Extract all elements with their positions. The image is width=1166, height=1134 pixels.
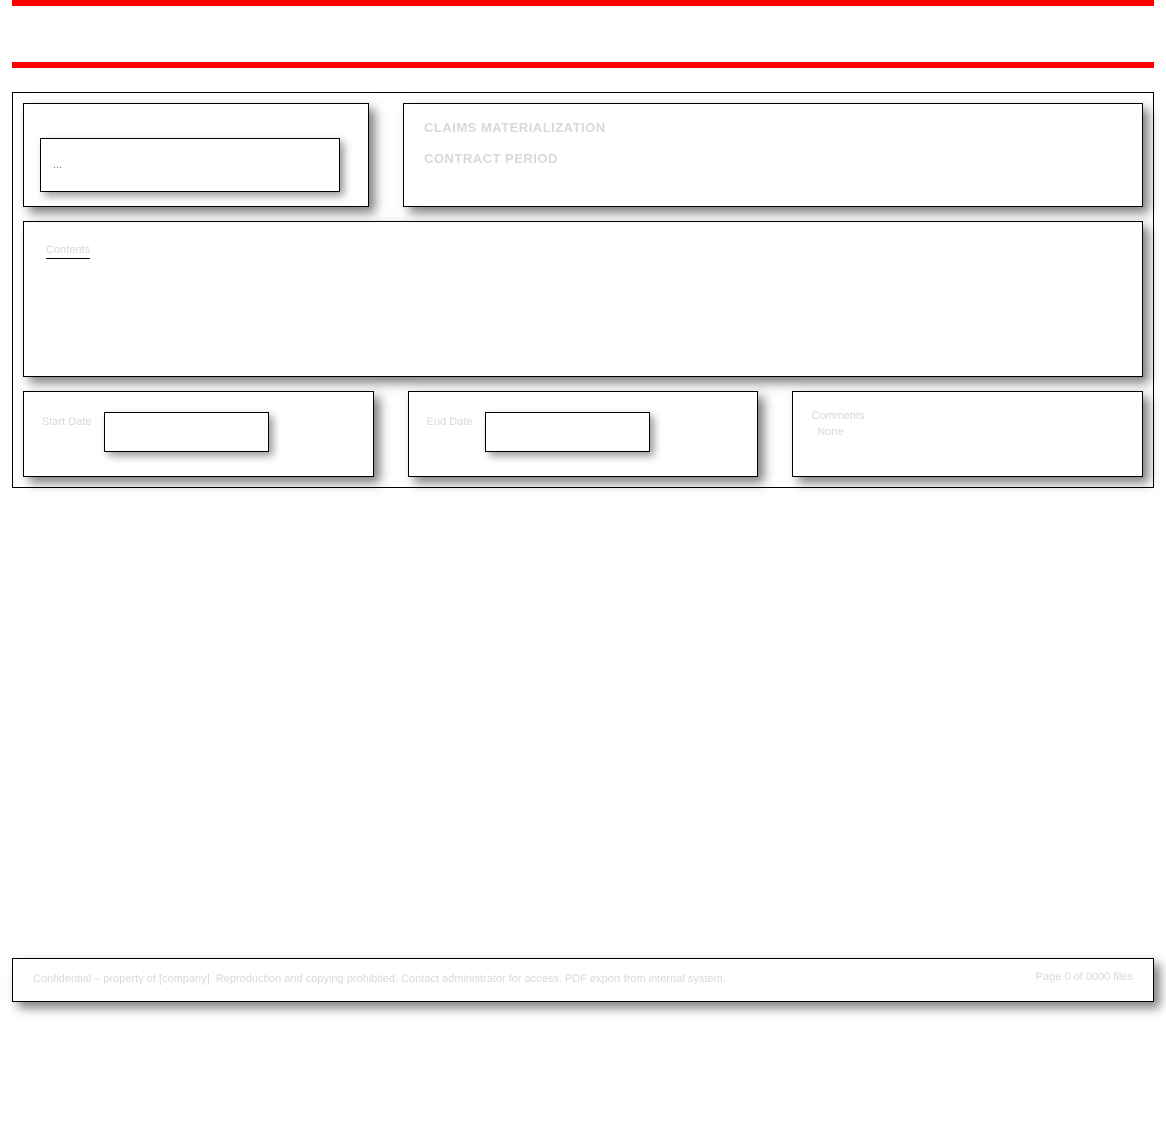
- bottom-row: Start Date End Date Comments None: [23, 391, 1143, 477]
- date-from-input[interactable]: [104, 412, 269, 452]
- footer-right-text: Page 0 of 0000 files: [1036, 971, 1133, 983]
- search-input[interactable]: [40, 138, 340, 192]
- date-from-label: Start Date: [42, 412, 92, 428]
- footer-panel: Confidential – property of [company]. Re…: [12, 958, 1154, 1002]
- main-frame: CLAIMS MATERIALIZATION CONTRACT PERIOD C…: [12, 92, 1154, 488]
- red-bar-top: [12, 0, 1154, 6]
- content-heading: Contents: [46, 244, 90, 259]
- search-panel: [23, 103, 369, 207]
- status-panel: Comments None: [792, 391, 1143, 477]
- footer-left-text: Confidential – property of [company]. Re…: [33, 971, 726, 989]
- status-value: None: [817, 426, 1124, 438]
- title-panel: CLAIMS MATERIALIZATION CONTRACT PERIOD: [403, 103, 1143, 207]
- content-panel: Contents: [23, 221, 1143, 377]
- date-to-panel: End Date: [408, 391, 759, 477]
- title-line-1: CLAIMS MATERIALIZATION: [424, 120, 1122, 135]
- status-label: Comments: [811, 410, 1124, 422]
- red-bar-second: [12, 62, 1154, 68]
- date-from-panel: Start Date: [23, 391, 374, 477]
- date-to-label: End Date: [427, 412, 473, 428]
- date-to-input[interactable]: [485, 412, 650, 452]
- top-row: CLAIMS MATERIALIZATION CONTRACT PERIOD: [23, 103, 1143, 207]
- title-line-2: CONTRACT PERIOD: [424, 151, 1122, 166]
